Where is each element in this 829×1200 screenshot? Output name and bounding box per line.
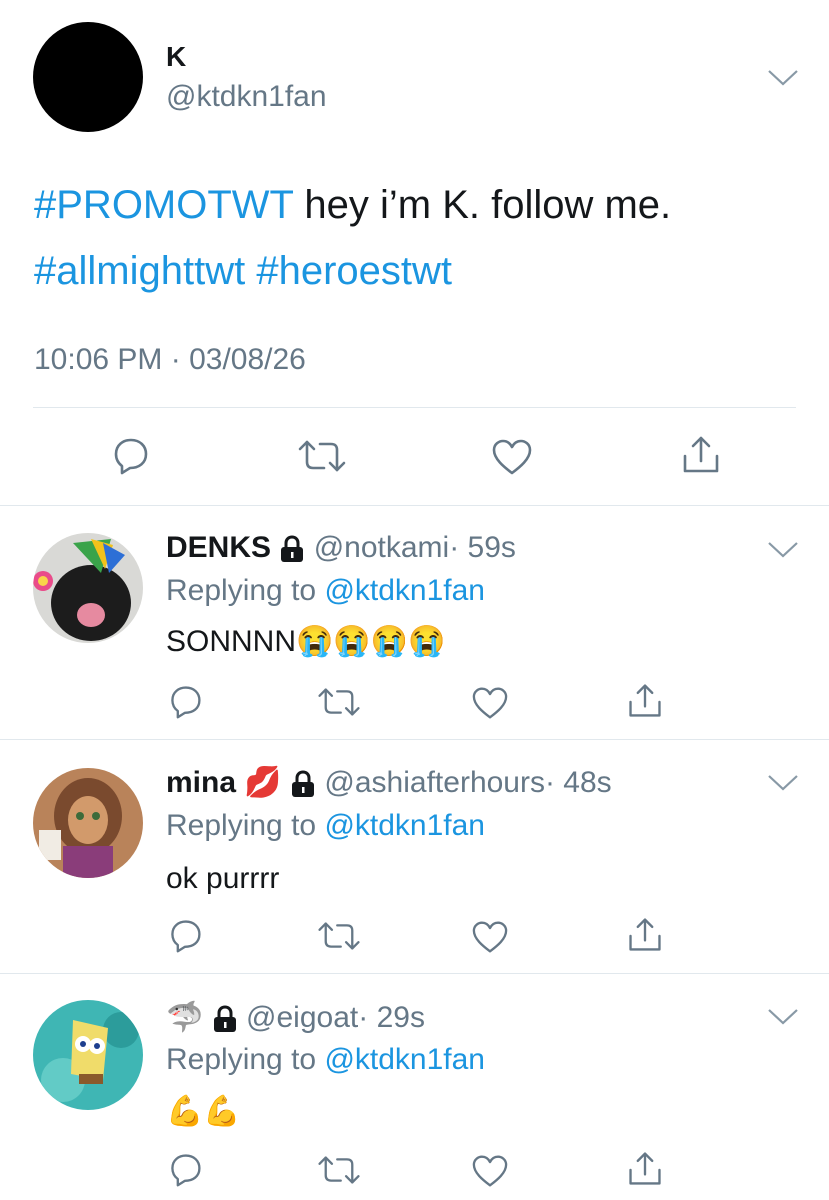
- reply-icon[interactable]: [165, 684, 205, 720]
- reply-handle[interactable]: @eigoat: [246, 1001, 358, 1034]
- share-icon[interactable]: [626, 682, 664, 720]
- share-icon[interactable]: [626, 1150, 664, 1188]
- reply-header: mina 💋 @ashiafterhours· 48s: [166, 765, 612, 801]
- like-icon[interactable]: [490, 438, 534, 476]
- sponge-avatar-image: [33, 1000, 143, 1110]
- reply-display-name[interactable]: mina: [166, 766, 236, 799]
- share-icon[interactable]: [626, 916, 664, 954]
- reply-header: DENKS @notkami· 59s: [166, 530, 516, 566]
- chevron-down-icon[interactable]: [767, 773, 799, 793]
- replying-label: Replying to: [166, 809, 325, 842]
- main-avatar[interactable]: [33, 22, 143, 132]
- replying-to: Replying to @ktdkn1fan: [166, 1042, 485, 1078]
- pug-avatar-image: [33, 533, 143, 643]
- main-display-name[interactable]: K: [166, 40, 186, 74]
- reply-header: 🦈 @eigoat· 29s: [166, 1000, 425, 1036]
- like-icon[interactable]: [470, 920, 510, 954]
- replying-handle[interactable]: @ktdkn1fan: [324, 809, 485, 842]
- reply-text: 💪💪: [166, 1095, 241, 1128]
- doll-avatar-image: [33, 768, 143, 878]
- tweet-body: hey i’m K. follow me.: [293, 183, 672, 227]
- divider: [0, 505, 829, 506]
- divider: [0, 739, 829, 740]
- retweet-icon[interactable]: [296, 438, 348, 474]
- retweet-icon[interactable]: [316, 920, 362, 952]
- reply-time: · 59s: [449, 531, 516, 564]
- hashtag-allmighttwt[interactable]: #allmighttwt: [34, 249, 245, 293]
- hashtag-promotwt[interactable]: #PROMOTWT: [34, 183, 293, 227]
- retweet-icon[interactable]: [316, 1154, 362, 1186]
- avatar-eigoat[interactable]: [33, 1000, 143, 1110]
- like-icon[interactable]: [470, 686, 510, 720]
- retweet-icon[interactable]: [316, 686, 362, 718]
- reply-icon[interactable]: [108, 436, 152, 476]
- chevron-down-icon[interactable]: [767, 1007, 799, 1027]
- reply-text: ok purrrr: [166, 862, 280, 895]
- like-icon[interactable]: [470, 1154, 510, 1188]
- reply-time: · 48s: [544, 766, 612, 799]
- lock-icon: [281, 535, 304, 563]
- replying-to: Replying to @ktdkn1fan: [166, 808, 485, 844]
- main-handle[interactable]: @ktdkn1fan: [166, 79, 327, 115]
- tweet-timestamp: 10:06 PM · 03/08/26: [34, 343, 306, 376]
- divider: [33, 407, 796, 408]
- reply-handle[interactable]: @ashiafterhours: [324, 766, 545, 799]
- share-icon[interactable]: [680, 434, 722, 476]
- chevron-down-icon[interactable]: [767, 540, 799, 560]
- replying-label: Replying to: [166, 1043, 325, 1076]
- lock-icon: [292, 770, 315, 798]
- reply-icon[interactable]: [165, 918, 205, 954]
- tweet-text: #PROMOTWT hey i’m K. follow me. #allmigh…: [34, 172, 804, 304]
- reply-display-name[interactable]: DENKS: [166, 531, 271, 564]
- shark-emoji: 🦈: [166, 1001, 204, 1034]
- lips-emoji: 💋: [244, 766, 282, 799]
- chevron-down-icon[interactable]: [767, 68, 799, 88]
- reply-text: SONNNN😭😭😭😭: [166, 625, 446, 658]
- reply-handle[interactable]: @notkami: [314, 531, 450, 564]
- reply-time: · 29s: [358, 1001, 425, 1034]
- avatar-mina[interactable]: [33, 768, 143, 878]
- reply-icon[interactable]: [165, 1152, 205, 1188]
- avatar-denks[interactable]: [33, 533, 143, 643]
- lock-icon: [213, 1005, 236, 1033]
- replying-to: Replying to @ktdkn1fan: [166, 573, 485, 609]
- divider: [0, 973, 829, 974]
- replying-label: Replying to: [166, 574, 325, 607]
- replying-handle[interactable]: @ktdkn1fan: [324, 574, 485, 607]
- replying-handle[interactable]: @ktdkn1fan: [324, 1043, 485, 1076]
- hashtag-heroestwt[interactable]: #heroestwt: [256, 249, 452, 293]
